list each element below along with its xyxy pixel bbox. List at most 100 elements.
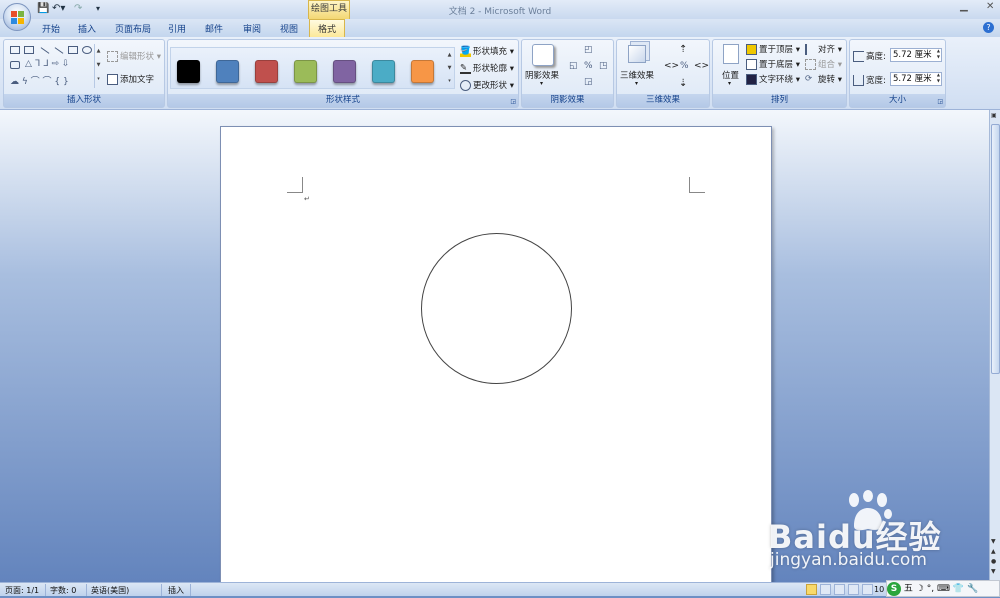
style-swatch-aqua[interactable] bbox=[372, 60, 395, 83]
ruler-toggle-icon[interactable]: ▣ bbox=[991, 112, 997, 119]
title-bar: 💾 ↶▾ ↷ ▾ 绘图工具 文档 2 - Microsoft Word ▁ ✕ bbox=[0, 0, 1000, 19]
shape-outline-label: 形状轮廓 bbox=[473, 64, 508, 74]
ime-mode-label: 五 bbox=[903, 584, 913, 594]
status-separator bbox=[86, 584, 87, 596]
align-button[interactable]: 对齐 ▾ bbox=[805, 43, 842, 55]
zoom-level[interactable]: 10 bbox=[874, 585, 884, 594]
send-to-back-button[interactable]: 置于底层 ▾ bbox=[746, 58, 800, 70]
change-shape-button[interactable]: 更改形状 ▾ bbox=[460, 79, 514, 91]
shapes-gallery-scroll[interactable]: ▲ ▼ ▾ bbox=[94, 44, 102, 88]
status-language[interactable]: 英语(美国) bbox=[91, 585, 129, 596]
add-text-icon bbox=[107, 74, 118, 85]
group-insert-shapes: △ ᒣ ᒧ ⇨ ⇩ ☁ ϟ ⌒ ⌒ { } ▲ ▼ ▾ 编辑形状 ▾ 添加文字 插入… bbox=[3, 39, 165, 108]
height-input[interactable]: 5.72 厘米 bbox=[890, 48, 942, 62]
wrap-text-icon bbox=[746, 74, 757, 85]
style-gallery-scroll[interactable]: ▲ ▼ ▾ bbox=[445, 49, 454, 89]
tab-format[interactable]: 格式 bbox=[309, 19, 346, 37]
style-swatch-green[interactable] bbox=[294, 60, 317, 83]
bring-to-front-label: 置于顶层 bbox=[759, 45, 794, 55]
size-dialog-launcher-icon[interactable]: ◲ bbox=[937, 98, 943, 105]
style-swatch-black[interactable] bbox=[177, 60, 200, 83]
full-screen-view-icon[interactable] bbox=[819, 584, 831, 595]
shape-outline-button[interactable]: ✎ 形状轮廓 ▾ bbox=[460, 62, 514, 74]
status-separator bbox=[45, 584, 46, 596]
outline-view-icon[interactable] bbox=[847, 584, 859, 595]
change-shape-label: 更改形状 bbox=[473, 81, 508, 91]
shapes-gallery[interactable]: △ ᒣ ᒧ ⇨ ⇩ ☁ ϟ ⌒ ⌒ { } bbox=[8, 44, 94, 88]
next-page-icon[interactable]: ▼ bbox=[991, 568, 996, 575]
dropdown-arrow-icon: ▾ bbox=[728, 80, 732, 87]
style-swatch-red[interactable] bbox=[255, 60, 278, 83]
group-label-size: 大小 bbox=[850, 94, 945, 107]
group-size: 高度: 5.72 厘米 宽度: 5.72 厘米 大小 ◲ bbox=[849, 39, 946, 108]
style-swatch-purple[interactable] bbox=[333, 60, 356, 83]
shape-fill-button[interactable]: 🪣 形状填充 ▾ bbox=[460, 45, 514, 57]
tab-review[interactable]: 审阅 bbox=[243, 22, 261, 35]
width-icon bbox=[853, 75, 864, 86]
add-text-button[interactable]: 添加文字 bbox=[107, 73, 154, 85]
send-to-back-label: 置于底层 bbox=[759, 60, 794, 70]
edit-shape-button[interactable]: 编辑形状 ▾ bbox=[107, 50, 161, 62]
style-swatch-blue[interactable] bbox=[216, 60, 239, 83]
status-insert-mode[interactable]: 插入 bbox=[168, 585, 184, 596]
wrap-text-button[interactable]: 文字环绕 ▾ bbox=[746, 73, 800, 85]
nudge-shadow-left-icon[interactable]: ◱ bbox=[569, 61, 578, 71]
help-icon[interactable]: ? bbox=[983, 22, 994, 33]
status-separator bbox=[161, 584, 162, 596]
group-objects-icon bbox=[805, 59, 816, 70]
group-button[interactable]: 组合 ▾ bbox=[805, 58, 842, 70]
scroll-thumb[interactable] bbox=[991, 124, 1000, 374]
window-title: 文档 2 - Microsoft Word bbox=[448, 7, 552, 17]
width-input[interactable]: 5.72 厘米 bbox=[890, 72, 942, 86]
tilt-down-icon[interactable]: ⇣ bbox=[679, 78, 687, 89]
tools-icon: 🔧 bbox=[966, 584, 979, 594]
minimize-icon[interactable]: ▁ bbox=[960, 1, 968, 12]
print-layout-view-icon[interactable] bbox=[806, 584, 817, 595]
tab-references[interactable]: 引用 bbox=[168, 22, 186, 35]
keyboard-icon: ⌨ bbox=[936, 584, 950, 594]
tab-mailings[interactable]: 邮件 bbox=[205, 22, 223, 35]
shadow-toggle-icon[interactable]: % bbox=[584, 61, 593, 71]
tilt-right-icon[interactable]: <> bbox=[694, 61, 709, 71]
tilt-left-icon[interactable]: <> bbox=[664, 61, 679, 71]
status-page[interactable]: 页面: 1/1 bbox=[5, 585, 39, 596]
tab-view[interactable]: 视图 bbox=[280, 22, 298, 35]
nudge-shadow-up-icon[interactable]: ◰ bbox=[584, 45, 593, 55]
paragraph-mark-icon[interactable]: ↵ bbox=[304, 195, 310, 203]
nudge-shadow-down-icon[interactable]: ◲ bbox=[584, 77, 593, 87]
3d-toggle-icon[interactable]: % bbox=[680, 61, 689, 71]
tab-home[interactable]: 开始 bbox=[42, 22, 60, 35]
browse-object-icon[interactable]: ● bbox=[991, 558, 996, 565]
ime-toolbar[interactable]: S 五 ☽ °, ⌨ 👕 🔧 bbox=[886, 580, 1000, 597]
3d-effect-button[interactable]: 三维效果 ▾ bbox=[620, 42, 656, 94]
status-word-count[interactable]: 字数: 0 bbox=[50, 585, 76, 596]
3d-cube-icon bbox=[628, 45, 646, 63]
office-logo-icon bbox=[11, 11, 24, 24]
group-shadow: 阴影效果 ▾ ◰ ◱ % ◳ ◲ 阴影效果 bbox=[521, 39, 614, 108]
dialog-launcher-icon[interactable]: ◲ bbox=[510, 98, 516, 105]
close-icon[interactable]: ✕ bbox=[986, 1, 994, 12]
prev-page-icon[interactable]: ▲ bbox=[991, 548, 996, 555]
punctuation-icon: °, bbox=[926, 584, 935, 594]
skin-icon: 👕 bbox=[952, 584, 965, 594]
circle-shape[interactable] bbox=[421, 233, 572, 384]
document-page[interactable]: ↵ bbox=[220, 126, 772, 582]
vertical-scrollbar[interactable]: ▣ ▼ ▲ ● ▼ bbox=[989, 110, 1000, 582]
group-label-3d: 三维效果 bbox=[617, 94, 709, 107]
nudge-shadow-right-icon[interactable]: ◳ bbox=[599, 61, 608, 71]
shadow-effect-button[interactable]: 阴影效果 ▾ bbox=[525, 42, 561, 94]
tab-insert[interactable]: 插入 bbox=[78, 22, 96, 35]
height-icon bbox=[853, 51, 864, 62]
style-swatch-orange[interactable] bbox=[411, 60, 434, 83]
web-layout-view-icon[interactable] bbox=[833, 584, 845, 595]
rotate-button[interactable]: ⟳ 旋转 ▾ bbox=[805, 73, 842, 85]
add-text-label: 添加文字 bbox=[120, 75, 155, 85]
bring-to-front-button[interactable]: 置于顶层 ▾ bbox=[746, 43, 800, 55]
office-button[interactable] bbox=[3, 3, 31, 31]
scroll-down-arrow-icon[interactable]: ▼ bbox=[991, 538, 996, 545]
position-button[interactable]: 位置 ▾ bbox=[716, 42, 744, 94]
draft-view-icon[interactable] bbox=[861, 584, 873, 595]
tilt-up-icon[interactable]: ⇡ bbox=[679, 44, 687, 55]
sogou-ime-icon: S bbox=[887, 582, 901, 596]
tab-page-layout[interactable]: 页面布局 bbox=[115, 22, 151, 35]
